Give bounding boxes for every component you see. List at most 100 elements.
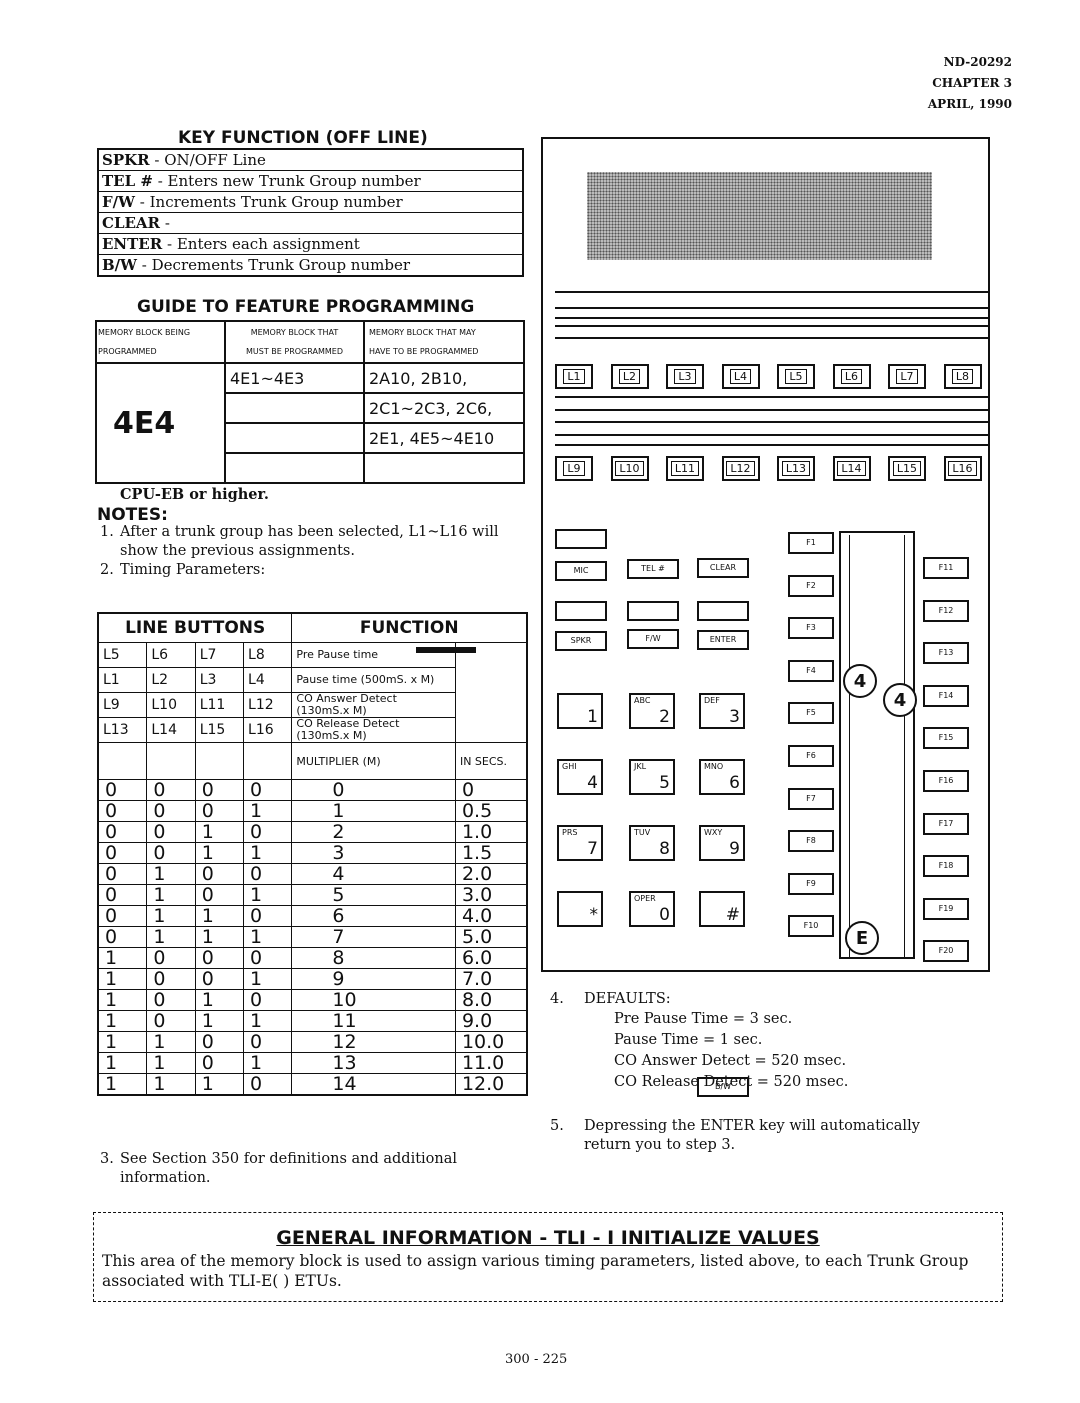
bit-cell: 1 bbox=[97, 1052, 148, 1074]
blank-key[interactable] bbox=[627, 601, 679, 621]
note-3: 3. See Section 350 for definitions and ad… bbox=[100, 1150, 520, 1188]
line-button-cell: L13 bbox=[97, 717, 148, 743]
table-row: 0 0 1 1 3 1.5 bbox=[97, 842, 528, 864]
dial-key-4[interactable]: GHI 4 bbox=[557, 759, 603, 795]
line-key-l5[interactable]: L5 bbox=[777, 364, 815, 389]
line-buttons-header: LINE BUTTONS bbox=[97, 612, 293, 643]
divider-line bbox=[555, 434, 990, 436]
default-item: Pre Pause Time = 3 sec. bbox=[614, 1011, 793, 1027]
blank-key[interactable] bbox=[697, 601, 749, 621]
dial-key-*[interactable]: * bbox=[557, 891, 603, 927]
line-key-l10[interactable]: L10 bbox=[610, 456, 649, 481]
dial-key-digit: 8 bbox=[659, 839, 670, 859]
line-key-l15[interactable]: L15 bbox=[888, 456, 926, 481]
divider-line bbox=[555, 325, 990, 327]
bit-cell: 0 bbox=[194, 884, 245, 906]
key-function-row: CLEAR - bbox=[97, 212, 524, 234]
line-key-l16[interactable]: L16 bbox=[943, 456, 982, 481]
bit-cell: 1 bbox=[194, 989, 245, 1011]
function-key-f2[interactable]: F2 bbox=[788, 574, 834, 597]
line-key-label: L8 bbox=[951, 369, 974, 384]
key-function-cell: SPKR - ON/OFF Line bbox=[97, 148, 524, 171]
function-key-f3[interactable]: F3 bbox=[788, 617, 834, 640]
dial-key-2[interactable]: ABC 2 bbox=[629, 693, 675, 729]
tel-key[interactable]: TEL # bbox=[627, 559, 679, 579]
table-row: 0 1 0 1 5 3.0 bbox=[97, 884, 528, 906]
bit-cell: 0 bbox=[97, 884, 148, 906]
dial-key-letters: WXY bbox=[704, 828, 723, 837]
function-key-f19[interactable]: F19 bbox=[923, 897, 969, 920]
enter-key[interactable]: ENTER bbox=[697, 630, 749, 650]
key-function-cell: F/W - Increments Trunk Group number bbox=[97, 191, 524, 213]
general-title: GENERAL INFORMATION - TLI - I INITIALIZE… bbox=[276, 1227, 820, 1249]
function-key-f13[interactable]: F13 bbox=[923, 642, 969, 665]
seconds-value: 0 bbox=[454, 779, 528, 801]
multiplier-value: 10 bbox=[291, 989, 456, 1011]
dial-key-9[interactable]: WXY 9 bbox=[699, 825, 745, 861]
table-row: 0 1 0 0 4 2.0 bbox=[97, 863, 528, 885]
line-button-cell: L10 bbox=[146, 692, 196, 718]
may-cell: 2A10, 2B10, bbox=[363, 362, 525, 394]
line-key-l4[interactable]: L4 bbox=[721, 364, 760, 389]
may-cell bbox=[363, 452, 525, 484]
may-cell: 2E1, 4E5~4E10 bbox=[363, 422, 525, 454]
blank-key[interactable] bbox=[555, 601, 607, 621]
function-key-f10[interactable]: F10 bbox=[788, 915, 834, 938]
function-key-f20[interactable]: F20 bbox=[923, 940, 969, 963]
function-key-f7[interactable]: F7 bbox=[788, 787, 834, 810]
empty-cell bbox=[97, 742, 148, 780]
mic-key[interactable]: MIC bbox=[555, 561, 607, 581]
bit-cell: 1 bbox=[97, 1073, 148, 1096]
line-key-l7[interactable]: L7 bbox=[888, 364, 926, 389]
line-key-l6[interactable]: L6 bbox=[832, 364, 871, 389]
function-key-f14[interactable]: F14 bbox=[923, 684, 969, 707]
fw-key[interactable]: F/W bbox=[627, 629, 679, 649]
function-key-f9[interactable]: F9 bbox=[788, 872, 834, 895]
line-key-l1[interactable]: L1 bbox=[555, 364, 593, 389]
function-key-f4[interactable]: F4 bbox=[788, 659, 834, 682]
note-number: 1. bbox=[100, 524, 114, 540]
function-key-f16[interactable]: F16 bbox=[923, 770, 969, 792]
line-button-cell: L12 bbox=[243, 692, 293, 718]
function-key-f6[interactable]: F6 bbox=[788, 745, 834, 767]
dial-key-5[interactable]: JKL 5 bbox=[629, 759, 675, 795]
bit-cell: 1 bbox=[243, 842, 293, 864]
clear-key[interactable]: CLEAR bbox=[697, 558, 749, 578]
dial-key-8[interactable]: TUV 8 bbox=[629, 825, 675, 861]
line-key-l3[interactable]: L3 bbox=[666, 364, 704, 389]
function-key-f12[interactable]: F12 bbox=[923, 599, 969, 622]
blank-key[interactable] bbox=[555, 529, 607, 549]
spkr-key[interactable]: SPKR bbox=[555, 631, 607, 651]
dial-key-letters: MNO bbox=[704, 762, 724, 771]
function-key-f15[interactable]: F15 bbox=[923, 727, 969, 750]
empty-cell bbox=[243, 742, 293, 780]
line-key-l13[interactable]: L13 bbox=[777, 456, 815, 481]
dial-key-1[interactable]: 1 bbox=[557, 693, 603, 729]
bit-cell: 1 bbox=[97, 947, 148, 969]
guide-col3-header: MEMORY BLOCK THAT MAY bbox=[369, 328, 476, 337]
function-key-f11[interactable]: F11 bbox=[923, 557, 969, 579]
bit-cell: 1 bbox=[194, 926, 245, 948]
dial-key-0[interactable]: OPER 0 bbox=[629, 891, 675, 927]
function-key-f8[interactable]: F8 bbox=[788, 830, 834, 853]
dial-key-digit: * bbox=[589, 905, 599, 925]
bit-cell: 0 bbox=[146, 800, 196, 822]
notes-title: NOTES: bbox=[97, 505, 168, 525]
line-key-l12[interactable]: L12 bbox=[721, 456, 760, 481]
line-key-l14[interactable]: L14 bbox=[832, 456, 871, 481]
key-description: - ON/OFF Line bbox=[154, 151, 266, 169]
line-key-l2[interactable]: L2 bbox=[610, 364, 649, 389]
function-key-f18[interactable]: F18 bbox=[923, 855, 969, 878]
line-key-l9[interactable]: L9 bbox=[555, 456, 593, 481]
line-key-l8[interactable]: L8 bbox=[943, 364, 982, 389]
dial-key-letters: JKL bbox=[634, 762, 647, 771]
function-key-f5[interactable]: F5 bbox=[788, 702, 834, 725]
dial-key-6[interactable]: MNO 6 bbox=[699, 759, 745, 795]
line-key-l11[interactable]: L11 bbox=[666, 456, 704, 481]
dial-key-3[interactable]: DEF 3 bbox=[699, 693, 745, 729]
function-key-f17[interactable]: F17 bbox=[923, 812, 969, 835]
dial-key-#[interactable]: # bbox=[699, 891, 745, 927]
bit-cell: 0 bbox=[194, 1052, 245, 1074]
function-key-f1[interactable]: F1 bbox=[788, 532, 834, 554]
dial-key-7[interactable]: PRS 7 bbox=[557, 825, 603, 861]
